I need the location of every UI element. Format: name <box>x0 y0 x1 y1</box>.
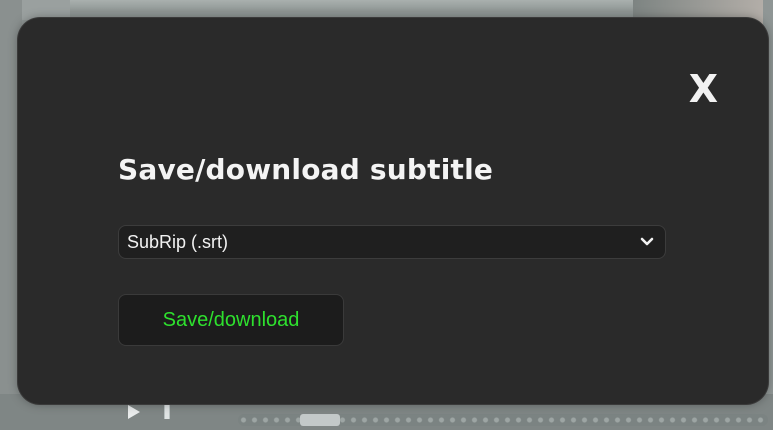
pause-icon <box>164 405 170 419</box>
dialog-title: Save/download subtitle <box>118 153 494 186</box>
player-timeline-thumb <box>300 414 340 426</box>
save-download-button[interactable]: Save/download <box>118 294 344 346</box>
save-subtitle-dialog: X Save/download subtitle SubRip (.srt) S… <box>18 18 768 404</box>
play-icon <box>128 405 140 419</box>
screen: X Save/download subtitle SubRip (.srt) S… <box>0 0 773 430</box>
close-button[interactable]: X <box>689 70 718 108</box>
format-select-value: SubRip (.srt) <box>127 231 229 252</box>
chevron-down-icon <box>639 234 655 250</box>
format-select[interactable]: SubRip (.srt) <box>118 225 666 259</box>
